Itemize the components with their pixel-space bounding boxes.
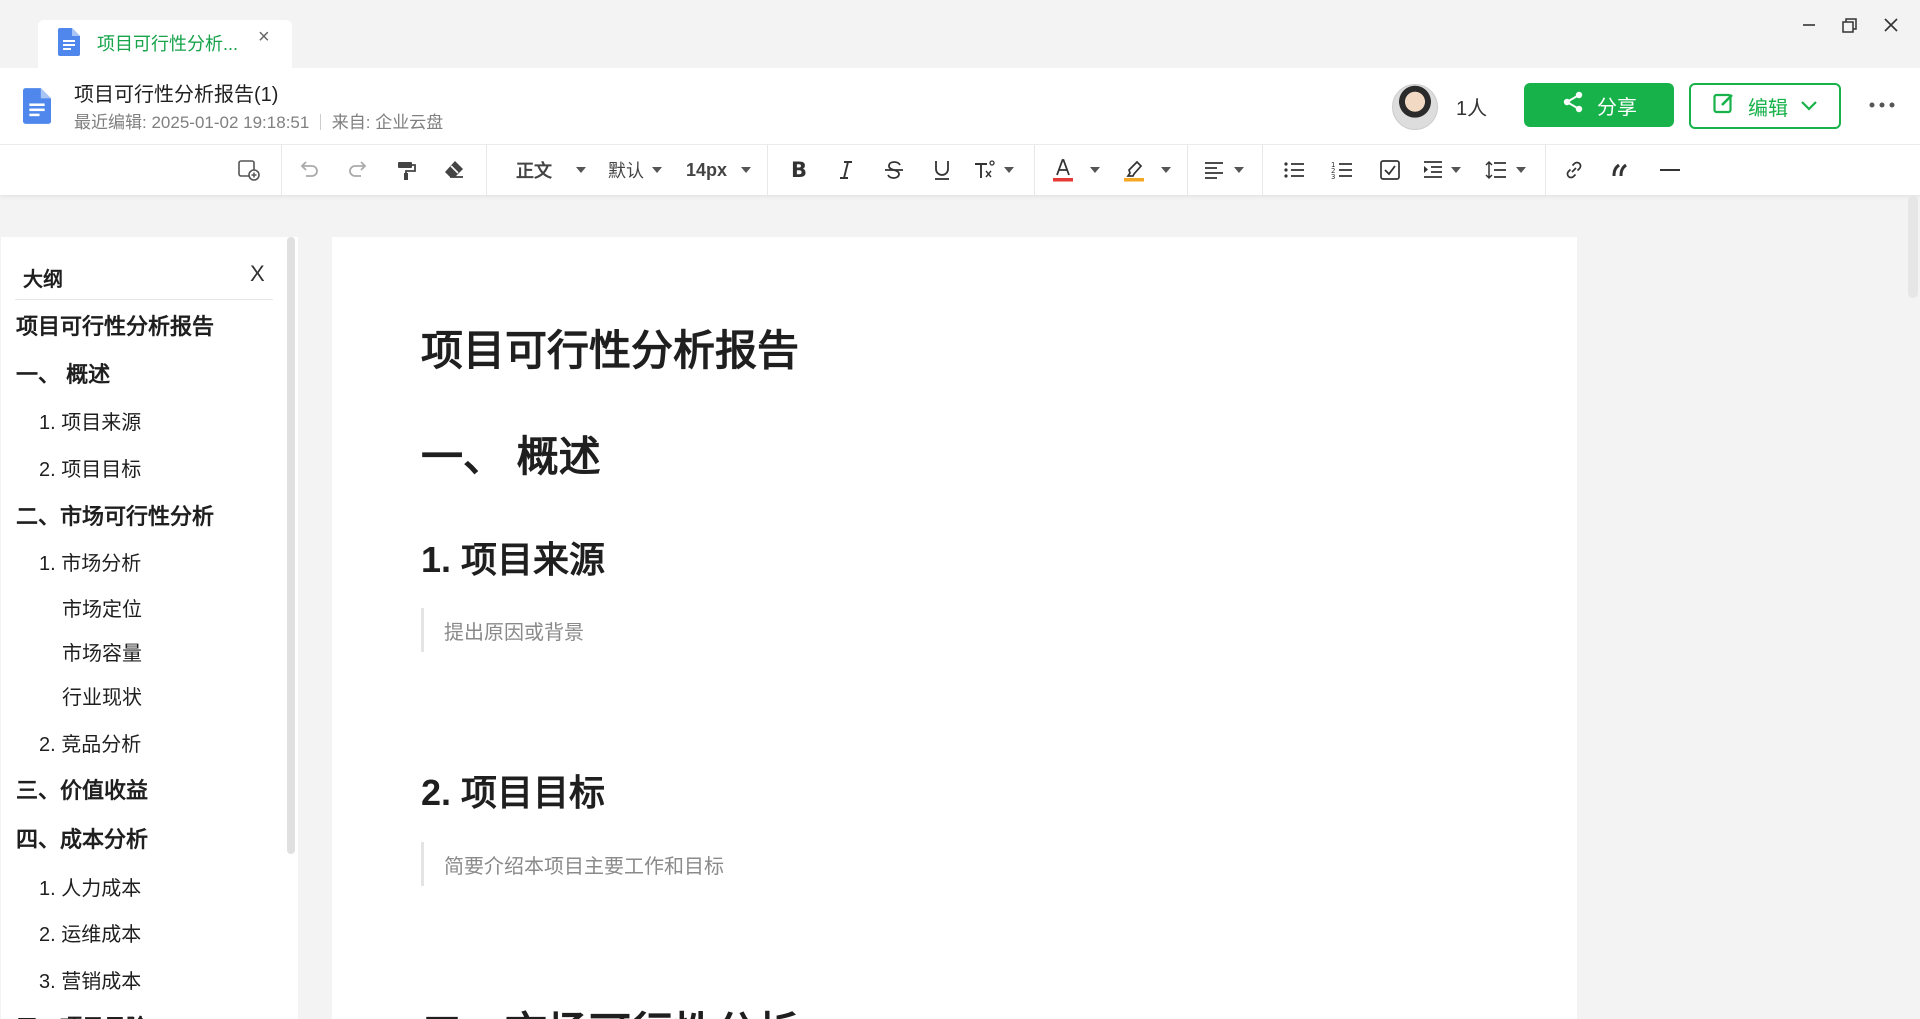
heading-2[interactable]: 1. 项目来源 [421, 531, 605, 583]
outline-item[interactable]: 二、市场可行性分析 [16, 499, 214, 531]
window-close-icon[interactable] [1876, 10, 1906, 40]
outline-item[interactable]: 2. 项目目标 [39, 453, 141, 482]
line-spacing-menu[interactable] [1484, 155, 1526, 185]
outline-item[interactable]: 3. 营销成本 [39, 965, 141, 994]
svg-text:3: 3 [1331, 173, 1335, 181]
line-spacing-icon [1484, 158, 1508, 182]
more-icon[interactable] [1866, 90, 1898, 120]
horizontal-rule-icon[interactable] [1658, 155, 1682, 185]
source-value: 企业云盘 [375, 113, 444, 132]
share-icon [1561, 90, 1585, 120]
text-effects-menu[interactable] [972, 155, 1014, 185]
paragraph-style-value: 正文 [516, 161, 552, 181]
document-heading[interactable]: 项目可行性分析报告 [421, 317, 799, 378]
minimize-icon[interactable] [1794, 10, 1824, 40]
tab-bar: 项目可行性分析... × [0, 0, 1920, 68]
checklist-icon[interactable] [1378, 155, 1402, 185]
quote-icon[interactable] [1610, 155, 1634, 185]
document-meta: 最近编辑: 2025-01-02 19:18:51 来自: 企业云盘 [74, 108, 443, 133]
underline-icon[interactable] [930, 155, 954, 185]
link-icon[interactable] [1562, 155, 1586, 185]
bullet-list-icon[interactable] [1282, 155, 1306, 185]
svg-text:B: B [791, 158, 807, 182]
paragraph-style-select[interactable]: 正文 [516, 155, 586, 185]
restore-icon[interactable] [1834, 10, 1864, 40]
font-size-select[interactable]: 14px [686, 155, 752, 185]
font-size-value: 14px [686, 159, 728, 180]
editor-page[interactable]: 项目可行性分析报告 一、 概述 1. 项目来源 提出原因或背景 2. 项目目标 … [332, 237, 1577, 1019]
outline-item[interactable]: 市场定位 [62, 593, 142, 622]
font-select[interactable]: 默认 [608, 155, 662, 185]
clear-format-icon[interactable] [441, 155, 467, 185]
bold-icon[interactable]: B [786, 155, 810, 185]
align-left-icon [1202, 158, 1226, 182]
divider [15, 299, 273, 300]
highlight-icon [1121, 156, 1147, 184]
heading-1[interactable]: 一、 概述 [421, 423, 601, 484]
chevron-down-icon [1800, 95, 1818, 118]
heading-2[interactable]: 2. 项目目标 [421, 764, 605, 816]
outline-item[interactable]: 一、 概述 [16, 357, 110, 389]
indent-menu[interactable] [1421, 155, 1461, 185]
highlight-color-menu[interactable] [1121, 155, 1171, 185]
paragraph[interactable]: 提出原因或背景 [421, 608, 584, 652]
font-color-menu[interactable] [1050, 155, 1100, 185]
undo-icon[interactable] [296, 155, 322, 185]
paragraph[interactable]: 简要介绍本项目主要工作和目标 [421, 842, 724, 886]
outline-item[interactable]: 1. 项目来源 [39, 406, 141, 435]
source-label: 来自: [331, 113, 371, 132]
outline-item[interactable]: 项目可行性分析报告 [16, 309, 214, 341]
format-toolbar: 正文 默认 14px B 1 2 3 [0, 144, 1920, 195]
share-label: 分享 [1597, 96, 1637, 119]
insert-comment-icon[interactable] [236, 155, 262, 185]
outline-close-button[interactable]: X [250, 261, 265, 287]
heading-1[interactable]: 二、市场可行性分析 [421, 999, 799, 1019]
avatar[interactable] [1392, 84, 1438, 130]
outline-item[interactable]: 市场容量 [62, 637, 142, 666]
redo-icon[interactable] [345, 155, 371, 185]
outline-item[interactable]: 2. 竞品分析 [39, 728, 141, 757]
outline-item[interactable]: 五、项目风险 [16, 1010, 148, 1019]
outline-item[interactable]: 2. 运维成本 [39, 918, 141, 947]
font-value: 默认 [608, 161, 644, 181]
outline-item[interactable]: 1. 人力成本 [39, 872, 141, 901]
outline-item[interactable]: 1. 市场分析 [39, 547, 141, 576]
meta-divider [320, 114, 322, 130]
page-scrollbar[interactable] [1908, 196, 1918, 298]
align-menu[interactable] [1202, 155, 1244, 185]
text-effects-icon [972, 157, 998, 183]
edit-icon [1712, 91, 1736, 121]
tab-title: 项目可行性分析... [97, 34, 239, 54]
font-color-icon [1050, 156, 1076, 184]
format-painter-icon[interactable] [393, 155, 419, 185]
tab-close-icon[interactable]: × [258, 26, 270, 49]
outline-title: 大纲 [23, 269, 63, 291]
document-header: 项目可行性分析报告(1) 最近编辑: 2025-01-02 19:18:51 来… [0, 68, 1920, 144]
outline-item[interactable]: 三、价值收益 [16, 773, 148, 805]
share-button[interactable]: 分享 [1524, 83, 1674, 127]
document-title[interactable]: 项目可行性分析报告(1) [74, 78, 278, 107]
last-edit-time: 2025-01-02 19:18:51 [151, 113, 310, 132]
outline-item[interactable]: 行业现状 [62, 681, 142, 710]
italic-icon[interactable] [834, 155, 858, 185]
last-edit-label: 最近编辑: [74, 113, 147, 132]
indent-icon [1421, 158, 1445, 182]
numbered-list-icon[interactable]: 123 [1330, 155, 1354, 185]
outline-panel: 大纲 X 项目可行性分析报告 一、 概述 1. 项目来源 2. 项目目标 二、市… [1, 237, 298, 1019]
strikethrough-icon[interactable] [882, 155, 906, 185]
outline-item[interactable]: 四、成本分析 [16, 822, 148, 854]
document-icon [23, 88, 51, 129]
document-tab[interactable]: 项目可行性分析... × [38, 20, 292, 68]
edit-button[interactable]: 编辑 [1689, 83, 1841, 129]
edit-label: 编辑 [1748, 97, 1788, 120]
outline-scrollbar[interactable] [287, 237, 295, 854]
document-icon [58, 28, 80, 61]
collaborator-count[interactable]: 1人 [1456, 92, 1487, 121]
